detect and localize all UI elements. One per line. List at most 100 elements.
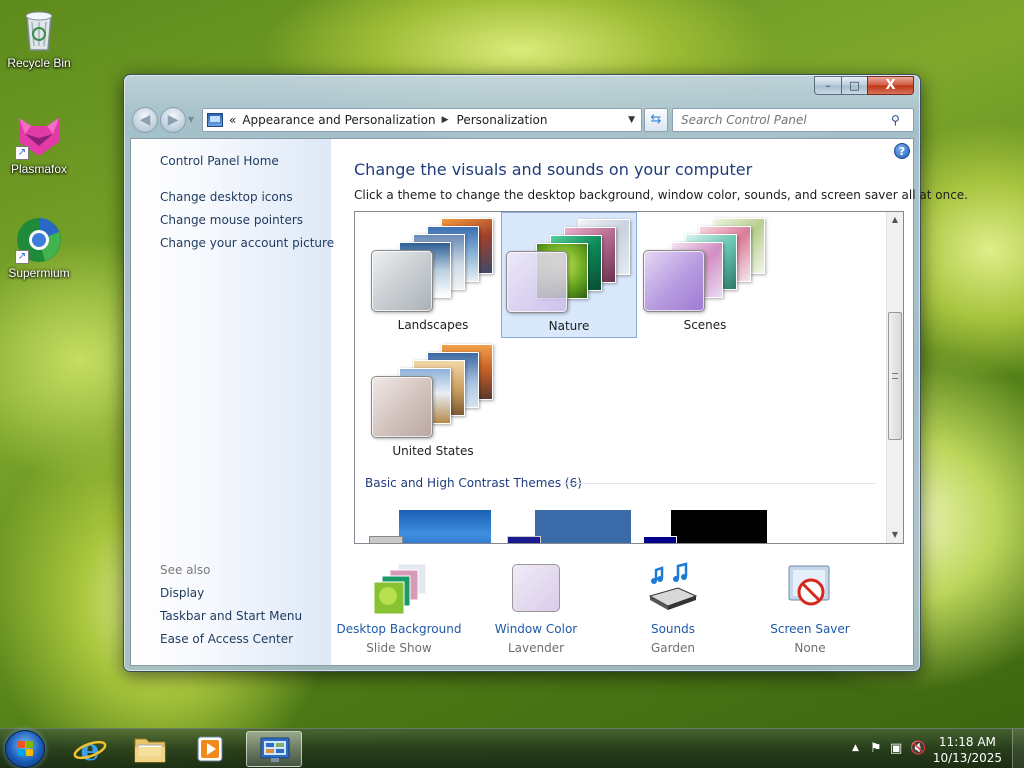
start-button[interactable]: [5, 730, 45, 768]
taskbar-media-player[interactable]: [182, 731, 238, 767]
screen-saver-icon: [783, 562, 837, 616]
theme-preview: [502, 213, 638, 313]
sounds-icon: [646, 562, 700, 616]
theme-name: Nature: [548, 319, 590, 333]
shortcut-arrow-icon: ↗: [15, 146, 29, 160]
notification-area: ▲ ⚑ ▣ 🔇 11:18 AM 10/13/2025: [834, 729, 1024, 768]
theme-united-states[interactable]: United States: [365, 338, 501, 464]
windows-logo-icon: [18, 741, 34, 757]
desktop-icon-recycle-bin[interactable]: Recycle Bin: [2, 6, 76, 70]
theme-windows-7-basic[interactable]: [399, 510, 491, 543]
show-hidden-icons-icon[interactable]: ▲: [852, 743, 859, 753]
minimize-icon: –: [825, 79, 831, 92]
sounds-setting[interactable]: Sounds Garden: [603, 562, 743, 655]
theme-list-scrollbar[interactable]: ▲ ▼: [886, 212, 903, 543]
close-icon: X: [885, 78, 896, 93]
control-panel-icon: [207, 113, 223, 127]
breadcrumb-separator-icon[interactable]: ▶: [442, 115, 449, 125]
help-icon[interactable]: ?: [894, 143, 910, 159]
taskbar: e ▲ ⚑ ▣ 🔇 11:18 AM 10/13/2025: [0, 728, 1024, 768]
forward-arrow-icon: ▶: [167, 112, 179, 128]
sounds-label[interactable]: Sounds: [603, 622, 743, 636]
back-arrow-icon: ◀: [139, 112, 151, 128]
main-pane: ? Change the visuals and sounds on your …: [331, 139, 968, 665]
internet-explorer-icon: e: [73, 733, 107, 768]
personalization-window: – □ X ◀ ▶ ▼ « Appearance and Personaliza…: [123, 74, 968, 672]
taskbar-file-explorer[interactable]: [122, 731, 178, 767]
breadcrumb-personalization[interactable]: Personalization: [457, 113, 548, 127]
desktop-icon-supermium[interactable]: ↗ Supermium: [2, 216, 76, 280]
desktop-background-label[interactable]: Desktop Background: [329, 622, 469, 636]
action-center-flag-icon[interactable]: ⚑: [870, 741, 882, 756]
refresh-button[interactable]: ⇆: [644, 108, 668, 132]
ease-of-access-link[interactable]: Ease of Access Center: [160, 632, 293, 646]
minimize-button[interactable]: –: [814, 76, 841, 95]
close-button[interactable]: X: [867, 76, 914, 95]
volume-muted-icon[interactable]: 🔇: [910, 741, 926, 756]
scrollbar-grip-icon: [892, 373, 898, 379]
taskbar-control-panel[interactable]: [246, 731, 302, 767]
theme-name: Landscapes: [397, 318, 469, 332]
supermium-icon: ↗: [15, 216, 63, 264]
scroll-down-icon[interactable]: ▼: [887, 527, 903, 543]
show-desktop-button[interactable]: [1012, 729, 1024, 768]
breadcrumb-appearance[interactable]: Appearance and Personalization: [242, 113, 435, 127]
recent-pages-dropdown[interactable]: ▼: [188, 115, 194, 124]
forward-button[interactable]: ▶: [160, 107, 186, 133]
basic-theme-swatch: [643, 536, 677, 543]
taskbar-internet-explorer[interactable]: e: [62, 731, 118, 768]
theme-nature[interactable]: Nature: [501, 212, 637, 338]
media-player-icon: [197, 736, 223, 762]
theme-name: Scenes: [683, 318, 727, 332]
window-color-label[interactable]: Window Color: [466, 622, 606, 636]
clock[interactable]: 11:18 AM 10/13/2025: [933, 734, 1002, 766]
control-panel-home-link[interactable]: Control Panel Home: [160, 154, 279, 168]
maximize-button[interactable]: □: [841, 76, 867, 95]
network-icon[interactable]: ▣: [890, 741, 902, 756]
theme-settings-bar: Desktop Background Slide Show Window Col…: [337, 562, 901, 662]
desktop-icon-label: Recycle Bin: [7, 56, 71, 70]
screen-saver-setting[interactable]: Screen Saver None: [740, 562, 880, 655]
search-input[interactable]: [681, 113, 891, 127]
address-bar[interactable]: « Appearance and Personalization ▶ Perso…: [202, 108, 642, 132]
search-icon[interactable]: ⚲: [891, 113, 907, 127]
address-dropdown-icon[interactable]: ▼: [628, 115, 635, 125]
change-account-picture-link[interactable]: Change your account picture: [160, 236, 334, 250]
basic-themes-heading: Basic and High Contrast Themes (6): [365, 476, 582, 490]
desktop-background-setting[interactable]: Desktop Background Slide Show: [329, 562, 469, 655]
basic-theme-swatch: [507, 536, 541, 543]
taskbar-start-menu-link[interactable]: Taskbar and Start Menu: [160, 609, 302, 623]
search-box[interactable]: ⚲: [672, 108, 914, 132]
window-content: Control Panel Home Change desktop icons …: [130, 138, 968, 666]
theme-landscapes[interactable]: Landscapes: [365, 212, 501, 338]
clock-date: 10/13/2025: [932, 751, 1002, 765]
theme-preview: [365, 338, 501, 438]
left-navigation-pane: Control Panel Home Change desktop icons …: [131, 139, 334, 665]
desktop-icon-plasmafox[interactable]: ↗ Plasmafox: [2, 112, 76, 176]
scrollbar-thumb[interactable]: [888, 312, 902, 440]
window-color-icon: [509, 562, 563, 616]
desktop-background-value: Slide Show: [366, 641, 432, 655]
theme-high-contrast[interactable]: [671, 510, 767, 543]
desktop-icon-label: Supermium: [8, 266, 70, 280]
theme-color-swatch: [371, 376, 433, 438]
theme-windows-classic[interactable]: [535, 510, 631, 543]
theme-scenes[interactable]: Scenes: [637, 212, 773, 338]
theme-color-swatch: [643, 250, 705, 312]
change-desktop-icons-link[interactable]: Change desktop icons: [160, 190, 293, 204]
theme-list[interactable]: Landscapes Nature Scenes United States B…: [354, 211, 904, 544]
breadcrumb-overflow[interactable]: «: [229, 113, 236, 127]
scroll-up-icon[interactable]: ▲: [887, 212, 903, 228]
display-link[interactable]: Display: [160, 586, 204, 600]
screen-saver-label[interactable]: Screen Saver: [740, 622, 880, 636]
plasmafox-icon: ↗: [15, 112, 63, 160]
basic-theme-swatch: [369, 536, 403, 543]
recycle-bin-icon: [15, 6, 63, 54]
back-button[interactable]: ◀: [132, 107, 158, 133]
navigation-bar: ◀ ▶ ▼ « Appearance and Personalization ▶…: [132, 107, 914, 133]
theme-name: United States: [392, 444, 474, 458]
svg-text:e: e: [80, 733, 99, 767]
window-color-setting[interactable]: Window Color Lavender: [466, 562, 606, 655]
see-also-label: See also: [160, 563, 211, 577]
change-mouse-pointers-link[interactable]: Change mouse pointers: [160, 213, 303, 227]
